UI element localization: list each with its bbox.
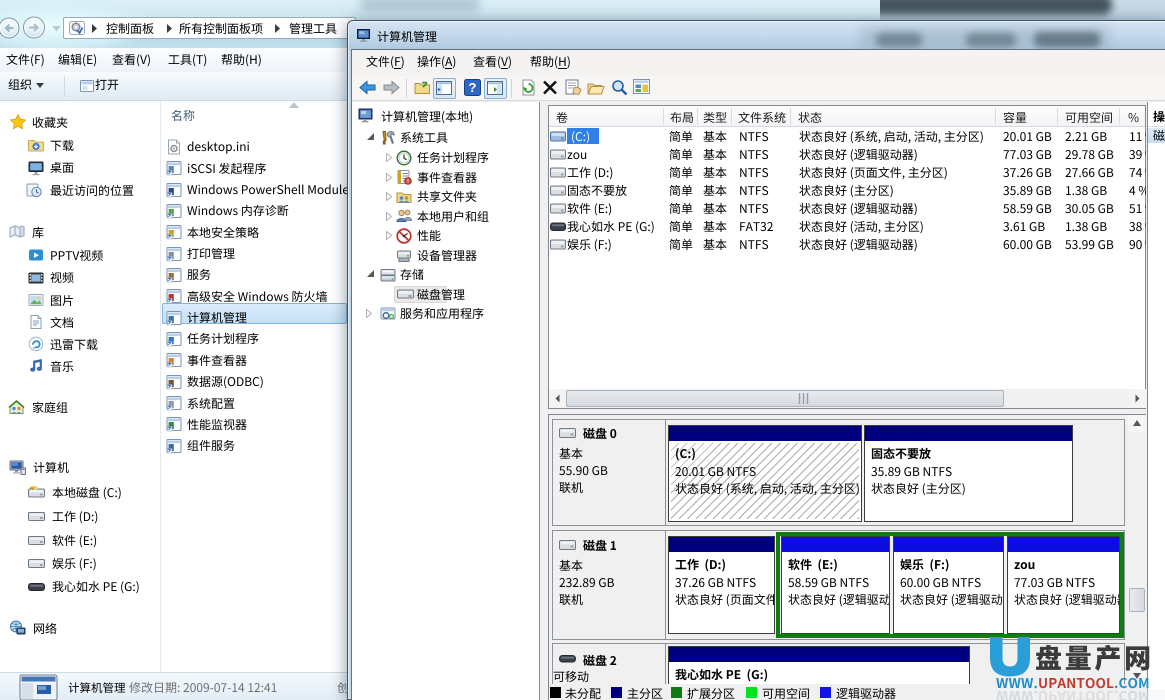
svg-text:?: ? — [469, 80, 477, 95]
